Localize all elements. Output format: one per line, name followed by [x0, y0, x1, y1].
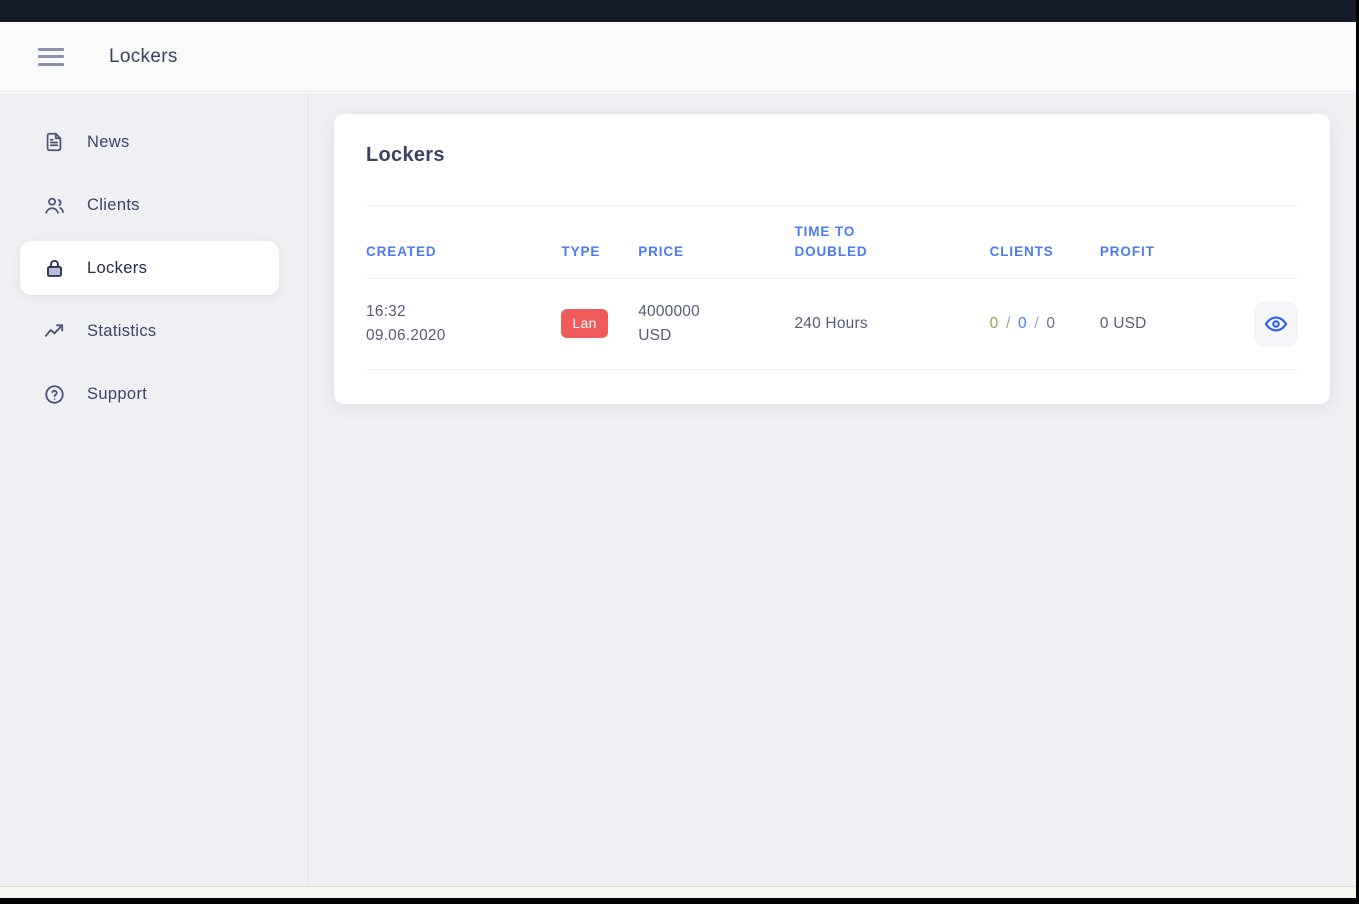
status-badge: Lan	[561, 309, 608, 339]
cell-clients: 0 / 0 / 0	[989, 278, 1100, 371]
column-header-profit[interactable]: PROFIT	[1099, 204, 1220, 280]
question-circle-icon	[41, 381, 67, 407]
bottom-status-bar	[0, 886, 1356, 898]
cell-type: Lan	[561, 278, 639, 371]
sidebar: News Clients Lockers Statistics Support	[0, 93, 308, 886]
cell-profit: 0 USD	[1099, 278, 1220, 371]
eye-icon	[1264, 312, 1288, 336]
table-header: CREATED TYPE PRICE TIME TO DOUBLED CLIEN…	[366, 204, 1298, 280]
sidebar-item-statistics[interactable]: Statistics	[20, 304, 279, 358]
users-icon	[41, 192, 67, 218]
column-header-line1: TIME TO	[794, 224, 856, 239]
hamburger-line	[38, 55, 64, 58]
cell-price: 4000000 USD	[638, 278, 795, 371]
lockers-card: Lockers CREATED TYPE PRICE TIME TO DOUBL…	[334, 114, 1330, 405]
clients-total-count: 0	[1046, 314, 1056, 332]
os-title-bar	[0, 0, 1359, 22]
sidebar-item-label: Statistics	[87, 321, 157, 340]
document-icon	[41, 129, 67, 155]
body-area: News Clients Lockers Statistics Support …	[0, 93, 1356, 886]
sidebar-item-label: Support	[87, 384, 148, 403]
column-header-clients[interactable]: CLIENTS	[989, 204, 1100, 280]
clients-active-count: 0	[989, 314, 999, 332]
clients-separator: /	[1034, 314, 1039, 332]
price-amount: 4000000	[638, 303, 700, 321]
column-header-time-to-doubled[interactable]: TIME TO DOUBLED	[794, 204, 990, 280]
app-root: Lockers News Clients Lockers Statistics …	[0, 0, 1359, 904]
main-content: Lockers CREATED TYPE PRICE TIME TO DOUBL…	[308, 93, 1359, 886]
cell-time-to-doubled: 240 Hours	[794, 278, 990, 371]
app-header: Lockers	[0, 22, 1356, 92]
hamburger-line	[38, 47, 64, 51]
card-title: Lockers	[366, 144, 445, 166]
table-row[interactable]: 16:32 09.06.2020 Lan 4000000 USD 240 Hou…	[366, 278, 1298, 371]
bottom-edge	[0, 898, 1359, 904]
cell-created: 16:32 09.06.2020	[366, 278, 562, 371]
price-currency: USD	[638, 326, 672, 344]
page-title: Lockers	[109, 45, 178, 67]
table-body: 16:32 09.06.2020 Lan 4000000 USD 240 Hou…	[366, 278, 1298, 371]
sidebar-item-news[interactable]: News	[20, 115, 279, 169]
hamburger-icon[interactable]	[38, 47, 64, 66]
created-time: 16:32	[366, 303, 406, 321]
lockers-table: CREATED TYPE PRICE TIME TO DOUBLED CLIEN…	[366, 204, 1298, 371]
lock-icon	[41, 255, 67, 281]
column-header-created[interactable]: CREATED	[366, 204, 562, 280]
clients-separator: /	[1005, 314, 1011, 332]
column-header-price[interactable]: PRICE	[638, 204, 795, 280]
sidebar-item-label: Clients	[87, 195, 140, 214]
cell-actions	[1219, 278, 1298, 371]
sidebar-item-lockers[interactable]: Lockers	[20, 241, 279, 295]
sidebar-item-clients[interactable]: Clients	[20, 178, 279, 232]
column-header-type[interactable]: TYPE	[561, 204, 639, 280]
column-header-line2: DOUBLED	[794, 243, 868, 259]
trending-up-icon	[41, 318, 67, 344]
clients-pending-count: 0	[1018, 314, 1027, 332]
hamburger-line	[38, 62, 64, 66]
column-header-actions	[1219, 204, 1298, 280]
sidebar-item-support[interactable]: Support	[20, 367, 279, 421]
created-date: 09.06.2020	[366, 326, 446, 344]
sidebar-item-label: Lockers	[87, 258, 148, 277]
table-header-row: CREATED TYPE PRICE TIME TO DOUBLED CLIEN…	[366, 204, 1298, 280]
view-locker-button[interactable]	[1254, 301, 1298, 346]
sidebar-item-label: News	[87, 132, 130, 151]
